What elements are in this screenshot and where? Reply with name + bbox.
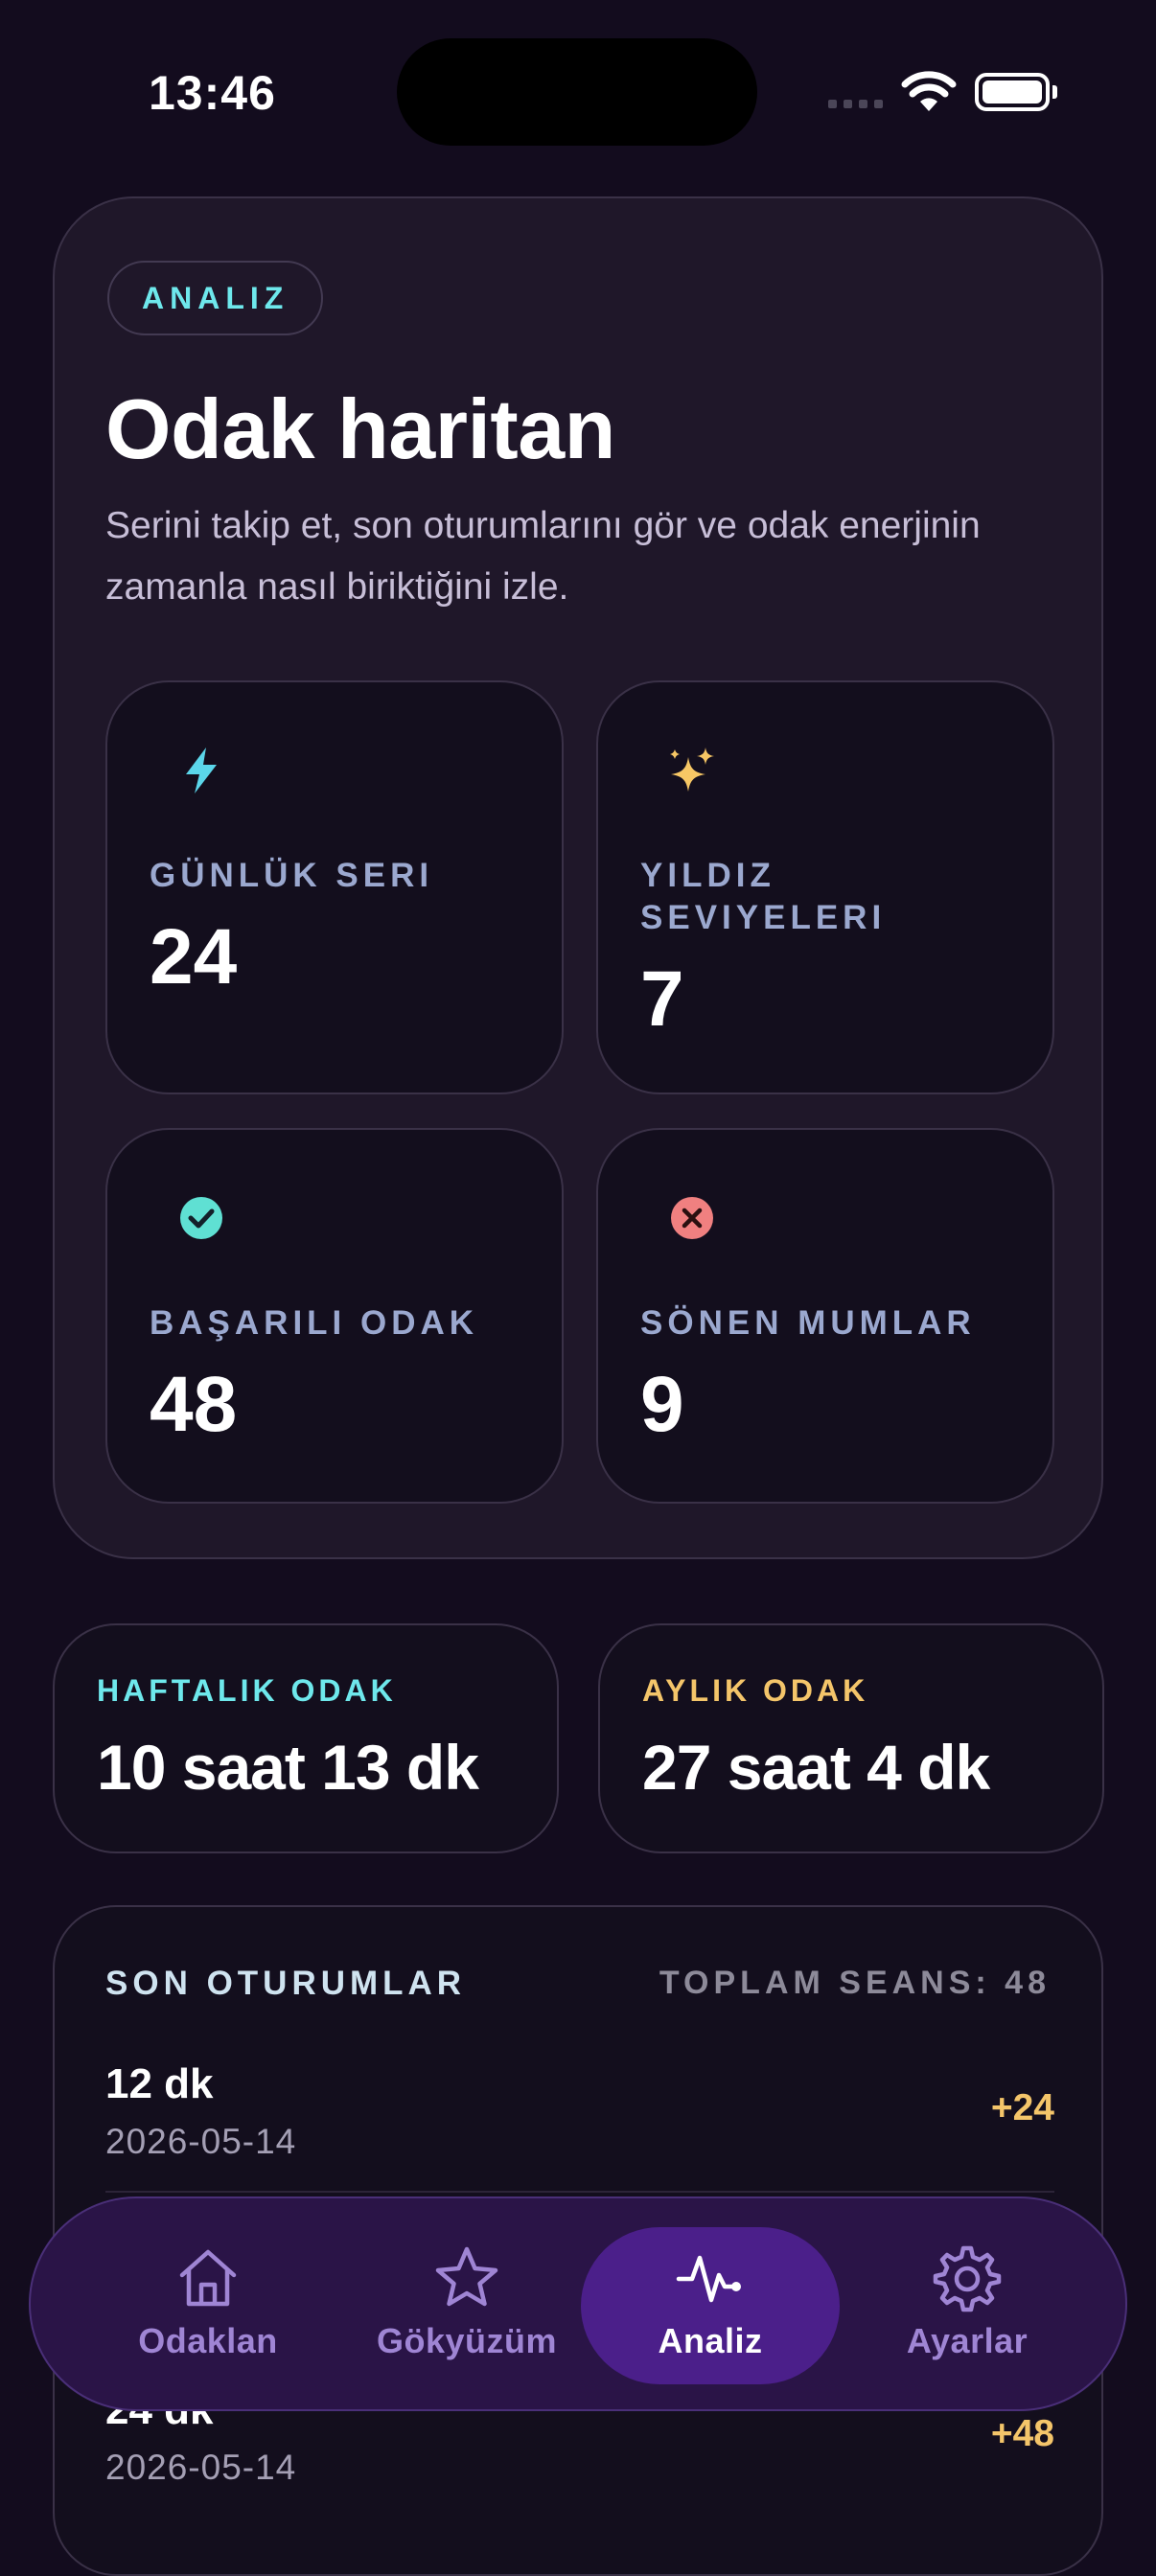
stat-value: 24 [150, 913, 238, 1000]
stat-label: SÖNEN MUMLAR [640, 1304, 976, 1342]
stat-label: GÜNLÜK SERI [150, 857, 434, 894]
stat-card-daily-streak: GÜNLÜK SERI 24 [105, 680, 564, 1094]
recent-sessions-title: SON OTURUMLAR [105, 1965, 467, 2002]
tab-label: Odaklan [138, 2321, 278, 2360]
tab-label: Ayarlar [906, 2321, 1029, 2360]
battery-tip [1052, 85, 1057, 99]
analysis-hero-card: ANALIZ Odak haritan Serini takip et, son… [53, 196, 1103, 1559]
session-date: 2026-05-14 [105, 2448, 297, 2487]
star-icon [435, 2246, 498, 2307]
stat-value: 48 [150, 1361, 238, 1448]
weekly-focus-card: HAFTALIK ODAK 10 saat 13 dk [53, 1623, 559, 1853]
session-points: +48 [990, 2413, 1054, 2454]
check-circle-icon [180, 1197, 222, 1239]
section-badge: ANALIZ [107, 261, 324, 335]
tab-odaklan[interactable]: Odaklan [79, 2198, 337, 2413]
session-date: 2026-05-14 [105, 2122, 297, 2161]
session-duration: 12 dk [105, 2060, 214, 2107]
tab-ayarlar[interactable]: Ayarlar [838, 2198, 1097, 2413]
row-divider [105, 2191, 1054, 2193]
cellular-signal-icon [828, 100, 883, 108]
page-subtitle: Serini takip et, son oturumlarını gör ve… [105, 505, 981, 608]
home-icon [179, 2249, 237, 2307]
sparkles-icon [670, 748, 714, 792]
gear-icon [933, 2245, 1002, 2312]
pulse-icon [676, 2255, 741, 2303]
monthly-focus-card: AYLIK ODAK 27 saat 4 dk [598, 1623, 1104, 1853]
monthly-focus-value: 27 saat 4 dk [642, 1732, 990, 1803]
weekly-focus-value: 10 saat 13 dk [97, 1732, 479, 1803]
session-points: +24 [990, 2087, 1054, 2128]
tab-label: Analiz [658, 2321, 763, 2360]
stat-card-successful-focus: BAŞARILI ODAK 48 [105, 1128, 564, 1504]
tab-analiz[interactable]: Analiz [581, 2198, 840, 2413]
total-sessions-count: TOPLAM SEANS: 48 [659, 1965, 1051, 2001]
stat-label: YILDIZ SEVIYELERI [640, 857, 887, 936]
bottom-tab-bar: Odaklan Gökyüzüm Analiz Ayarlar [29, 2196, 1127, 2411]
status-time: 13:46 [149, 66, 276, 120]
stat-label: BAŞARILI ODAK [150, 1304, 479, 1342]
stat-value: 9 [640, 1361, 684, 1448]
monthly-focus-label: AYLIK ODAK [642, 1673, 869, 1708]
wifi-icon [901, 71, 957, 111]
dynamic-island [397, 38, 757, 146]
stat-card-extinguished-candles: SÖNEN MUMLAR 9 [596, 1128, 1054, 1504]
stat-value: 7 [640, 955, 684, 1043]
tab-gokyuzum[interactable]: Gökyüzüm [337, 2198, 596, 2413]
lightning-icon [186, 748, 217, 794]
page-title: Odak haritan [105, 381, 615, 476]
stat-card-star-levels: YILDIZ SEVIYELERI 7 [596, 680, 1054, 1094]
weekly-focus-label: HAFTALIK ODAK [97, 1673, 397, 1708]
tab-label: Gökyüzüm [376, 2321, 558, 2360]
x-circle-icon [671, 1197, 713, 1239]
battery-icon [975, 73, 1050, 111]
session-row[interactable]: 12 dk 2026-05-14 +24 [105, 2060, 1054, 2175]
